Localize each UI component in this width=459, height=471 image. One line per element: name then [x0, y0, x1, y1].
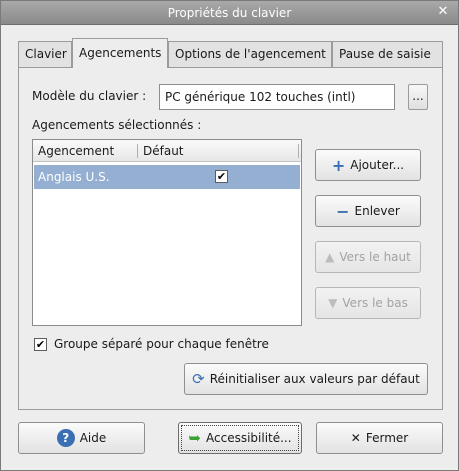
- arrow-down-icon: ▼: [328, 296, 338, 310]
- refresh-icon: ⟳: [192, 370, 205, 388]
- close-icon: ✕: [350, 431, 361, 445]
- default-layout-checkbox[interactable]: ✔: [215, 170, 228, 183]
- layouts-list[interactable]: Agencement Défaut Anglais U.S. ✔: [32, 139, 302, 326]
- help-icon: ?: [56, 429, 75, 447]
- tab-agencements[interactable]: Agencements: [72, 38, 168, 68]
- accessibility-button[interactable]: ➥ Accessibilité...: [178, 422, 302, 454]
- close-window-icon[interactable]: ✕: [436, 5, 450, 19]
- layout-row-selected[interactable]: Anglais U.S. ✔: [34, 165, 300, 189]
- tab-clavier[interactable]: Clavier: [18, 41, 72, 68]
- layouts-list-header: Agencement Défaut: [33, 140, 301, 162]
- move-up-button[interactable]: ▲ Vers le haut: [315, 241, 421, 273]
- keyboard-properties-window: Propriétés du clavier ✕ Clavier Agenceme…: [0, 0, 459, 471]
- plus-icon: +: [331, 155, 346, 175]
- separate-group-checkbox[interactable]: ✔: [34, 338, 47, 351]
- move-down-button[interactable]: ▼ Vers le bas: [315, 287, 421, 319]
- keyboard-model-field[interactable]: PC générique 102 touches (intl): [159, 84, 395, 110]
- minus-icon: −: [336, 201, 350, 221]
- reset-defaults-button[interactable]: ⟳ Réinitialiser aux valeurs par défaut: [184, 363, 428, 395]
- keyboard-model-more-button[interactable]: ...: [408, 84, 428, 110]
- title-bar: Propriétés du clavier ✕: [1, 1, 458, 25]
- column-header-agencement[interactable]: Agencement: [33, 140, 114, 162]
- arrow-up-icon: ▲: [325, 250, 335, 264]
- remove-layout-button[interactable]: − Enlever: [315, 195, 421, 227]
- selected-layouts-label: Agencements sélectionnés :: [32, 118, 202, 132]
- tab-options-agencement[interactable]: Options de l'agencement: [168, 41, 332, 68]
- add-layout-button[interactable]: + Ajouter...: [315, 149, 421, 181]
- keyboard-model-label: Modèle du clavier :: [32, 89, 147, 103]
- column-header-defaut[interactable]: Défaut: [138, 140, 184, 162]
- window-title: Propriétés du clavier: [167, 6, 292, 20]
- layout-name: Anglais U.S.: [38, 170, 110, 184]
- column-separator: [298, 144, 299, 158]
- separate-group-label[interactable]: Groupe séparé pour chaque fenêtre: [54, 337, 269, 351]
- close-button[interactable]: ✕ Fermer: [316, 422, 443, 454]
- tab-pause-saisie[interactable]: Pause de saisie: [332, 41, 443, 68]
- help-button[interactable]: ? Aide: [18, 422, 145, 454]
- accessibility-arrow-icon: ➥: [188, 429, 201, 447]
